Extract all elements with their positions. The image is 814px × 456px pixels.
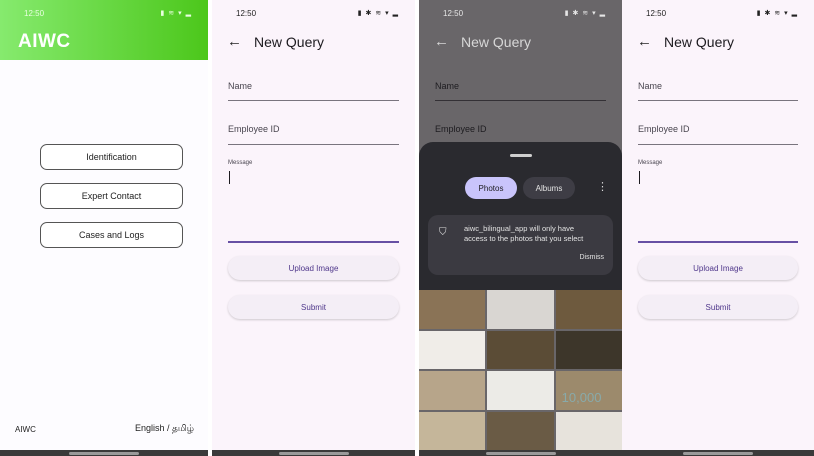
photo-thumbnail[interactable] xyxy=(487,330,554,369)
page-title: New Query xyxy=(461,34,532,50)
footer-brand: AIWC xyxy=(15,425,36,434)
gesture-bar xyxy=(622,450,814,456)
new-query-screen: 12:50 ▮ ✱ ≋ ▾ ▂ ← New Query Name Employe… xyxy=(212,0,415,456)
photo-thumbnail[interactable] xyxy=(555,290,622,329)
cases-and-logs-button[interactable]: Cases and Logs xyxy=(40,222,183,248)
photo-thumbnail[interactable] xyxy=(487,411,554,450)
new-query-screen-final: 12:50 ▮ ✱ ≋ ▾ ▂ ← New Query Name Employe… xyxy=(622,0,814,456)
status-time: 12:50 xyxy=(236,9,257,18)
employee-id-field[interactable]: Employee ID xyxy=(638,124,690,134)
photo-thumbnail[interactable] xyxy=(555,411,622,450)
name-field[interactable]: Name xyxy=(638,81,662,91)
language-toggle[interactable]: English / தமிழ் xyxy=(135,423,194,435)
more-options-icon[interactable]: ⋮ xyxy=(597,180,608,193)
limited-access-notice: ⛉ aiwc_bilingual_app will only have acce… xyxy=(428,215,613,275)
status-bar: 12:50 ▮ ✱ ≋ ▾ ▂ xyxy=(622,0,814,26)
photo-thumbnail[interactable] xyxy=(419,371,486,410)
text-caret xyxy=(229,171,230,184)
message-field-label: Message xyxy=(228,160,253,166)
submit-button[interactable]: Submit xyxy=(638,295,798,319)
home-screen: 12:50 ▮ ≋ ▾ ▂ AIWC Identification Expert… xyxy=(0,0,208,456)
shield-icon: ⛉ xyxy=(439,227,447,238)
message-field[interactable] xyxy=(638,241,798,243)
submit-button[interactable]: Submit xyxy=(228,295,399,319)
photo-count: 10,000 xyxy=(561,390,602,406)
gesture-pill xyxy=(278,452,349,455)
status-bar: 12:50 ▮ ✱ ≋ ▾ ▂ xyxy=(419,0,622,26)
name-field-underline xyxy=(228,100,399,101)
gesture-bar xyxy=(419,450,622,456)
message-field-label: Message xyxy=(638,160,663,166)
app-title: AIWC xyxy=(18,31,71,52)
photo-thumbnail[interactable] xyxy=(487,371,554,410)
gesture-pill xyxy=(683,452,753,455)
status-time: 12:50 xyxy=(646,9,667,18)
photo-thumbnail[interactable] xyxy=(419,290,486,329)
photo-picker-screen: 12:50 ▮ ✱ ≋ ▾ ▂ ← New Query Name Employe… xyxy=(419,0,622,456)
photo-thumbnail[interactable] xyxy=(419,330,486,369)
gesture-pill xyxy=(485,452,556,455)
employee-id-field-underline xyxy=(228,144,399,145)
tab-albums[interactable]: Albums xyxy=(523,177,575,199)
text-caret xyxy=(639,171,640,184)
upload-image-button[interactable]: Upload Image xyxy=(228,256,399,280)
upload-image-button[interactable]: Upload Image xyxy=(638,256,798,280)
page-title: New Query xyxy=(254,34,325,50)
back-arrow-icon[interactable]: ← xyxy=(227,33,242,50)
status-icons: ▮ ✱ ≋ ▾ ▂ xyxy=(357,10,399,17)
back-arrow-icon[interactable]: ← xyxy=(434,33,449,50)
photo-thumbnail[interactable] xyxy=(419,411,486,450)
message-field[interactable] xyxy=(228,241,399,243)
app-header: 12:50 ▮ ≋ ▾ ▂ AIWC xyxy=(0,0,208,60)
gesture-bar xyxy=(212,450,415,456)
picker-sheet: Photos Albums ⋮ ⛉ aiwc_bilingual_app wil… xyxy=(419,142,622,290)
expert-contact-button[interactable]: Expert Contact xyxy=(40,183,183,209)
photo-thumbnail[interactable] xyxy=(555,330,622,369)
name-field-underline xyxy=(638,100,798,101)
employee-id-field-underline xyxy=(638,144,798,145)
status-icons: ▮ ✱ ≋ ▾ ▂ xyxy=(564,10,606,17)
back-arrow-icon[interactable]: ← xyxy=(637,33,652,50)
status-bar: 12:50 ▮ ✱ ≋ ▾ ▂ xyxy=(212,0,415,26)
gesture-bar xyxy=(0,450,208,456)
sheet-drag-handle[interactable] xyxy=(509,154,532,157)
employee-id-field[interactable]: Employee ID xyxy=(228,124,280,134)
status-time: 12:50 xyxy=(443,9,464,18)
status-icons: ▮ ≋ ▾ ▂ xyxy=(160,10,192,17)
page-title: New Query xyxy=(664,34,735,50)
status-time: 12:50 xyxy=(24,9,45,18)
photo-grid: 10,000 xyxy=(419,290,622,450)
photo-thumbnail[interactable] xyxy=(487,290,554,329)
name-field[interactable]: Name xyxy=(228,81,252,91)
identification-button[interactable]: Identification xyxy=(40,144,183,170)
status-icons: ▮ ✱ ≋ ▾ ▂ xyxy=(756,10,798,17)
status-bar: 12:50 ▮ ≋ ▾ ▂ xyxy=(0,0,208,26)
tab-photos[interactable]: Photos xyxy=(465,177,517,199)
dismiss-button[interactable]: Dismiss xyxy=(580,254,605,261)
gesture-pill xyxy=(69,452,139,455)
notice-text: aiwc_bilingual_app will only have access… xyxy=(464,224,584,243)
